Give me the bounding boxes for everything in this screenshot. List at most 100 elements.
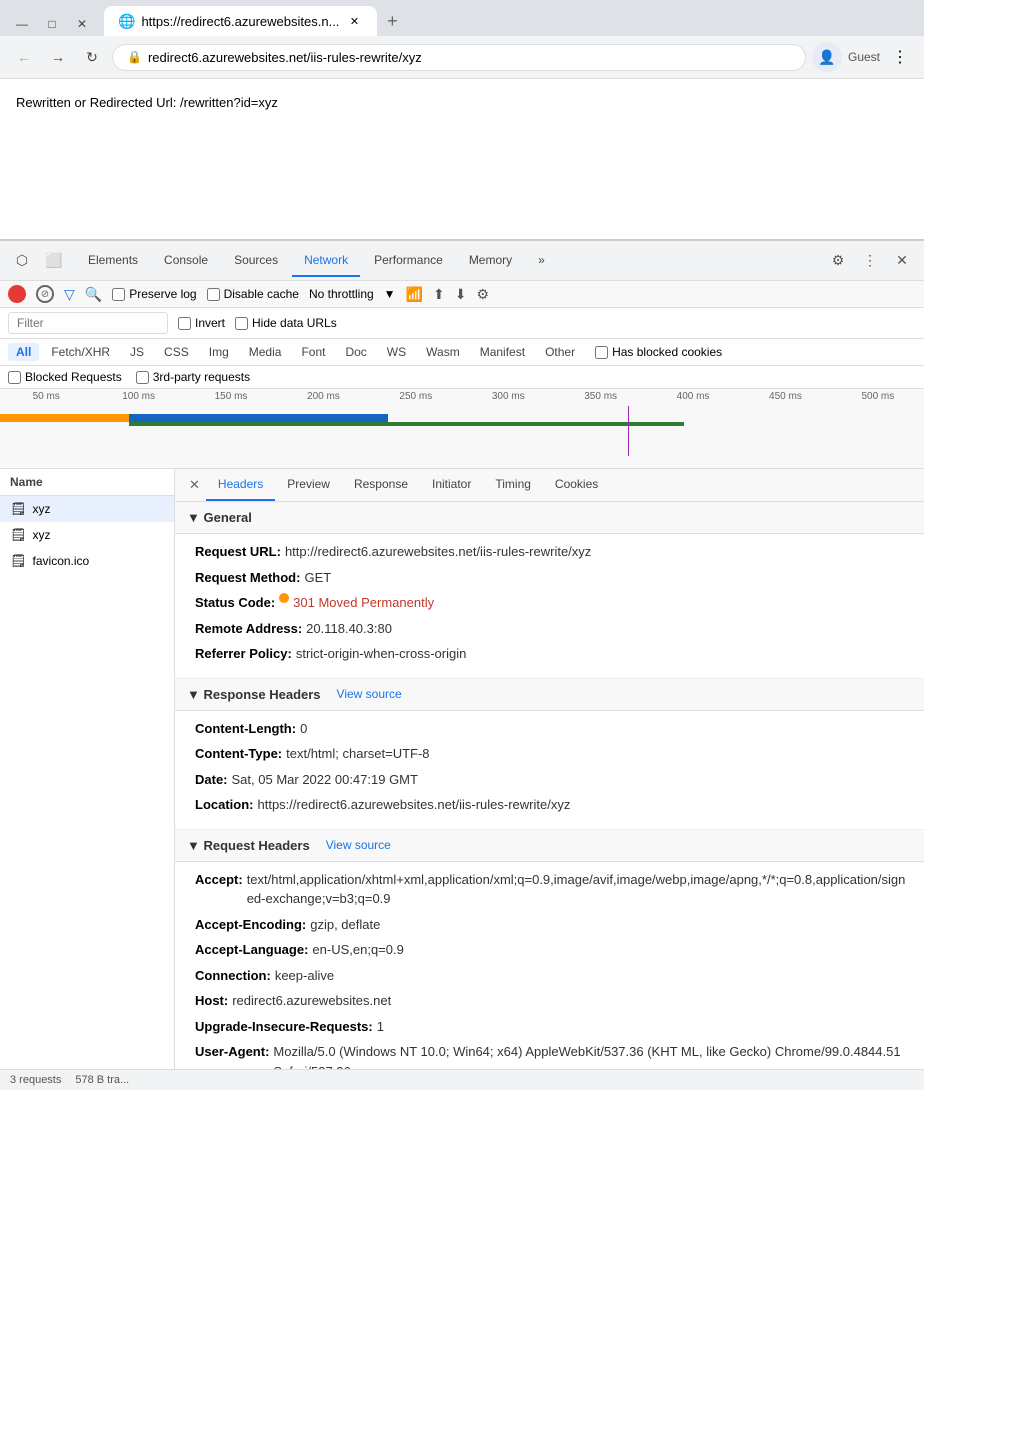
detail-tab-headers[interactable]: Headers — [206, 469, 275, 501]
detail-close-button[interactable]: ✕ — [183, 469, 206, 501]
tab-more[interactable]: » — [526, 245, 557, 277]
has-blocked-cookies-label[interactable]: Has blocked cookies — [595, 345, 722, 359]
general-toggle[interactable]: ▼ General — [187, 510, 252, 525]
invert-checkbox[interactable] — [178, 317, 191, 330]
blocked-requests-label[interactable]: Blocked Requests — [8, 370, 122, 384]
timeline-area: 50 ms 100 ms 150 ms 200 ms 250 ms 300 ms… — [0, 389, 924, 469]
file-list: Name 🗒 xyz 🗒 xyz 🗒 favicon.ico — [0, 469, 175, 1069]
type-img-button[interactable]: Img — [201, 343, 237, 361]
response-headers-toggle[interactable]: ▼ Response Headers — [187, 687, 321, 702]
upload-icon[interactable]: ⬆ — [433, 286, 445, 303]
tl-label-3: 200 ms — [277, 391, 369, 402]
back-button[interactable]: ← — [10, 43, 38, 71]
search-button[interactable]: 🔍 — [85, 286, 102, 303]
has-blocked-cookies-checkbox[interactable] — [595, 346, 608, 359]
detail-tab-cookies[interactable]: Cookies — [543, 469, 610, 501]
type-css-button[interactable]: CSS — [156, 343, 197, 361]
third-party-label[interactable]: 3rd-party requests — [136, 370, 250, 384]
tab-performance[interactable]: Performance — [362, 245, 455, 277]
type-js-button[interactable]: JS — [122, 343, 152, 361]
win-btn-minimize[interactable]: — — [10, 12, 34, 36]
new-tab-button[interactable]: + — [377, 6, 407, 36]
hide-data-urls-label[interactable]: Hide data URLs — [235, 316, 337, 330]
invert-label[interactable]: Invert — [178, 316, 225, 330]
device-toolbar-button[interactable]: ⬜ — [40, 247, 68, 275]
response-headers-view-source[interactable]: View source — [337, 687, 402, 701]
win-btn-close[interactable]: ✕ — [70, 12, 94, 36]
type-other-button[interactable]: Other — [537, 343, 583, 361]
waterfall-green-bar — [129, 422, 683, 426]
reload-button[interactable]: ↻ — [78, 43, 106, 71]
status-code-row: Status Code: 301 Moved Permanently — [195, 593, 912, 613]
type-wasm-button[interactable]: Wasm — [418, 343, 468, 361]
type-media-button[interactable]: Media — [241, 343, 290, 361]
devtools-tabs: Elements Console Sources Network Perform… — [76, 245, 824, 277]
record-button[interactable] — [8, 285, 26, 303]
type-font-button[interactable]: Font — [293, 343, 333, 361]
type-doc-button[interactable]: Doc — [337, 343, 374, 361]
file-item-0[interactable]: 🗒 xyz — [0, 496, 174, 522]
type-fetch-xhr-button[interactable]: Fetch/XHR — [43, 343, 118, 361]
resp-content-length-val: 0 — [300, 719, 307, 739]
tab-close-button[interactable]: ✕ — [345, 12, 363, 30]
blocked-row: Blocked Requests 3rd-party requests — [0, 366, 924, 389]
tab-console[interactable]: Console — [152, 245, 220, 277]
disable-cache-label[interactable]: Disable cache — [207, 287, 299, 301]
req-accept-row: Accept: text/html,application/xhtml+xml,… — [195, 870, 912, 909]
remote-address-key: Remote Address: — [195, 619, 302, 639]
type-ws-button[interactable]: WS — [379, 343, 414, 361]
tab-memory[interactable]: Memory — [457, 245, 524, 277]
tl-label-0: 50 ms — [0, 391, 92, 402]
inspect-element-button[interactable]: ⬡ — [8, 247, 36, 275]
type-manifest-button[interactable]: Manifest — [472, 343, 533, 361]
preserve-log-label[interactable]: Preserve log — [112, 287, 196, 301]
req-accept-key: Accept: — [195, 870, 243, 909]
request-headers-view-source[interactable]: View source — [326, 838, 391, 852]
type-all-button[interactable]: All — [8, 343, 39, 361]
general-section-body: Request URL: http://redirect6.azurewebsi… — [175, 534, 924, 679]
disable-cache-checkbox[interactable] — [207, 288, 220, 301]
forward-button[interactable]: → — [44, 43, 72, 71]
tab-network[interactable]: Network — [292, 245, 360, 277]
status-code-val: 301 Moved Permanently — [293, 593, 434, 613]
detail-tab-preview[interactable]: Preview — [275, 469, 342, 501]
win-btn-maximize[interactable]: □ — [40, 12, 64, 36]
file-item-2[interactable]: 🗒 favicon.ico — [0, 548, 174, 574]
response-headers-section-header[interactable]: ▼ Response Headers View source — [175, 679, 924, 711]
req-connection-row: Connection: keep-alive — [195, 966, 912, 986]
detail-tab-timing[interactable]: Timing — [483, 469, 543, 501]
third-party-checkbox[interactable] — [136, 371, 149, 384]
requests-count: 3 requests — [10, 1074, 61, 1086]
detail-tab-response[interactable]: Response — [342, 469, 420, 501]
devtools-close-button[interactable]: ✕ — [888, 247, 916, 275]
active-tab[interactable]: 🌐 https://redirect6.azurewebsites.n... ✕ — [104, 6, 377, 36]
detail-panel: ✕ Headers Preview Response Initiator Tim… — [175, 469, 924, 1069]
tl-label-1: 100 ms — [92, 391, 184, 402]
filter-funnel-button[interactable]: ▽ — [64, 286, 75, 303]
detail-tab-initiator[interactable]: Initiator — [420, 469, 483, 501]
tab-sources[interactable]: Sources — [222, 245, 290, 277]
browser-menu-button[interactable]: ⋮ — [886, 43, 914, 71]
download-icon[interactable]: ⬇ — [455, 286, 467, 303]
status-bar: 3 requests 578 B tra... — [0, 1069, 924, 1090]
tab-elements[interactable]: Elements — [76, 245, 150, 277]
profile-button[interactable]: 👤 — [812, 42, 842, 72]
devtools-action-icons: ⚙ ⋮ ✕ — [824, 247, 916, 275]
devtools-more-button[interactable]: ⋮ — [856, 247, 884, 275]
url-box[interactable]: 🔒 redirect6.azurewebsites.net/iis-rules-… — [112, 44, 806, 71]
stop-button[interactable]: ⊘ — [36, 285, 54, 303]
general-section-header[interactable]: ▼ General — [175, 502, 924, 534]
request-method-val: GET — [304, 568, 331, 588]
preserve-log-checkbox[interactable] — [112, 288, 125, 301]
file-item-1[interactable]: 🗒 xyz — [0, 522, 174, 548]
blocked-requests-checkbox[interactable] — [8, 371, 21, 384]
throttle-dropdown-icon[interactable]: ▼ — [384, 287, 396, 301]
filter-input[interactable] — [8, 312, 168, 334]
devtools-settings-button[interactable]: ⚙ — [824, 247, 852, 275]
hide-data-urls-checkbox[interactable] — [235, 317, 248, 330]
network-settings-icon[interactable]: ⚙ — [476, 286, 489, 303]
request-headers-section-body: Accept: text/html,application/xhtml+xml,… — [175, 862, 924, 1070]
request-headers-section-header[interactable]: ▼ Request Headers View source — [175, 830, 924, 862]
network-controls-row: ⊘ ▽ 🔍 Preserve log Disable cache No thro… — [0, 281, 924, 308]
request-headers-toggle[interactable]: ▼ Request Headers — [187, 838, 310, 853]
